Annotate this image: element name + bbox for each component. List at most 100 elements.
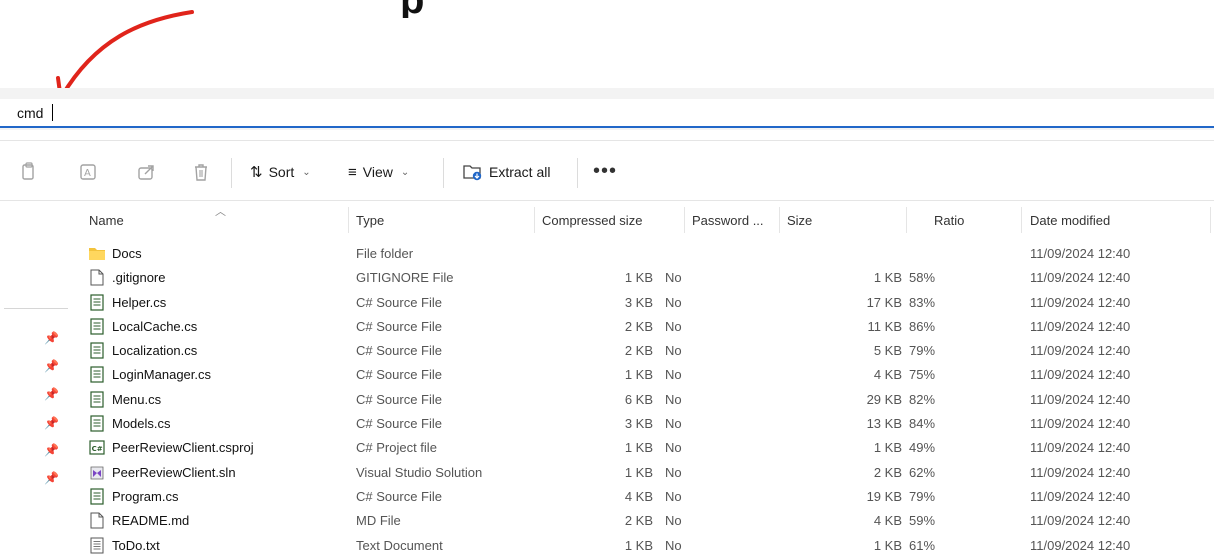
file-type: GITIGNORE File bbox=[356, 270, 454, 286]
file-type: C# Source File bbox=[356, 294, 442, 310]
sort-label: Sort bbox=[268, 164, 295, 180]
file-row[interactable]: Models.cs C# Source File 3 KB No 13 KB 8… bbox=[0, 412, 1214, 436]
file-compressed-size: 2 KB bbox=[624, 513, 653, 529]
column-separator[interactable] bbox=[534, 207, 535, 233]
file-type: File folder bbox=[356, 246, 414, 261]
blank-file-icon bbox=[90, 512, 104, 529]
file-ratio: 75% bbox=[909, 367, 936, 383]
file-row[interactable]: ToDo.txt Text Document 1 KB No 1 KB 61% … bbox=[0, 534, 1214, 558]
column-separator[interactable] bbox=[1021, 207, 1022, 233]
file-ratio: 79% bbox=[909, 343, 936, 359]
sort-button[interactable]: ⇅ Sort ⌄ bbox=[250, 156, 311, 188]
file-row[interactable]: Localization.cs C# Source File 2 KB No 5… bbox=[0, 339, 1214, 363]
column-separator[interactable] bbox=[906, 207, 907, 233]
column-header-ratio[interactable]: Ratio bbox=[934, 213, 964, 228]
file-date-modified: 11/09/2024 12:40 bbox=[1030, 513, 1131, 529]
file-compressed-size: 1 KB bbox=[624, 367, 653, 383]
extract-all-icon bbox=[463, 165, 482, 181]
share-icon[interactable] bbox=[137, 162, 157, 182]
file-name: Menu.cs bbox=[112, 391, 162, 407]
file-type: Visual Studio Solution bbox=[356, 464, 483, 480]
view-button[interactable]: ≡ View ⌄ bbox=[348, 156, 409, 188]
column-header-size[interactable]: Size bbox=[787, 213, 812, 228]
file-date-modified: 11/09/2024 12:40 bbox=[1030, 416, 1131, 432]
text-file-icon bbox=[90, 537, 104, 554]
file-ratio: 82% bbox=[909, 391, 936, 407]
view-list-icon: ≡ bbox=[348, 163, 357, 181]
chevron-down-icon: ⌄ bbox=[400, 166, 410, 178]
column-separator[interactable] bbox=[684, 207, 685, 233]
file-name: Program.cs bbox=[112, 488, 179, 504]
file-password: No bbox=[665, 464, 682, 480]
file-compressed-size: 2 KB bbox=[624, 318, 653, 334]
source-file-icon bbox=[90, 415, 104, 432]
file-row[interactable]: .gitignore GITIGNORE File 1 KB No 1 KB 5… bbox=[0, 266, 1214, 290]
file-row[interactable]: LoginManager.cs C# Source File 1 KB No 4… bbox=[0, 363, 1214, 387]
svg-text:C#: C# bbox=[92, 445, 103, 453]
file-date-modified: 11/09/2024 12:40 bbox=[1030, 270, 1131, 286]
file-row[interactable]: Helper.cs C# Source File 3 KB No 17 KB 8… bbox=[0, 291, 1214, 315]
file-type: C# Source File bbox=[356, 391, 442, 407]
command-bar: A ⇅ Sort ⌄ ≡ View ⌄ Extract all ••• bbox=[0, 150, 1214, 194]
blank-file-icon bbox=[90, 269, 104, 286]
view-label: View bbox=[362, 164, 393, 180]
file-list: Docs File folder 11/09/2024 12:40 .gitig… bbox=[0, 242, 1214, 558]
file-size: 29 KB bbox=[866, 391, 902, 407]
column-header-name[interactable]: Name bbox=[89, 213, 124, 228]
more-options-button[interactable]: ••• bbox=[593, 160, 617, 183]
file-date-modified: 11/09/2024 12:40 bbox=[1030, 246, 1131, 261]
column-separator[interactable] bbox=[348, 207, 349, 233]
file-compressed-size: 3 KB bbox=[624, 294, 653, 310]
column-separator[interactable] bbox=[779, 207, 780, 233]
file-type: C# Source File bbox=[356, 488, 442, 504]
file-type: C# Source File bbox=[356, 367, 442, 383]
file-row[interactable]: Docs File folder 11/09/2024 12:40 bbox=[0, 242, 1214, 266]
chevron-down-icon: ⌄ bbox=[302, 166, 311, 178]
file-ratio: 84% bbox=[909, 416, 936, 432]
column-header-password[interactable]: Password ... bbox=[692, 213, 764, 228]
address-bar-input[interactable] bbox=[0, 99, 1214, 128]
file-row[interactable]: Program.cs C# Source File 4 KB No 19 KB … bbox=[0, 485, 1214, 509]
source-file-icon bbox=[90, 366, 104, 384]
file-row[interactable]: LocalCache.cs C# Source File 2 KB No 11 … bbox=[0, 315, 1214, 339]
file-size: 13 KB bbox=[866, 416, 902, 432]
folder-icon bbox=[89, 248, 105, 260]
column-header-date-modified[interactable]: Date modified bbox=[1030, 213, 1110, 228]
extract-all-label: Extract all bbox=[489, 164, 551, 180]
file-row[interactable]: PeerReviewClient.sln Visual Studio Solut… bbox=[0, 461, 1214, 485]
file-type: C# Source File bbox=[356, 343, 442, 359]
column-separator[interactable] bbox=[1210, 207, 1211, 233]
delete-icon[interactable] bbox=[191, 162, 211, 182]
file-type: C# Source File bbox=[356, 416, 442, 432]
file-compressed-size: 1 KB bbox=[624, 440, 653, 456]
text-caret bbox=[52, 104, 53, 121]
sort-icon: ⇅ bbox=[250, 164, 263, 181]
file-password: No bbox=[665, 270, 682, 286]
column-header-compressed-size[interactable]: Compressed size bbox=[542, 213, 642, 228]
file-type: C# Source File bbox=[356, 318, 442, 334]
file-size: 1 KB bbox=[873, 537, 902, 553]
toolbar-separator bbox=[443, 158, 444, 188]
file-size: 1 KB bbox=[873, 270, 902, 286]
file-size: 1 KB bbox=[873, 440, 902, 456]
file-ratio: 58% bbox=[909, 270, 936, 286]
extract-all-button[interactable]: Extract all bbox=[463, 156, 550, 188]
file-row[interactable]: C# PeerReviewClient.csproj C# Project fi… bbox=[0, 436, 1214, 460]
source-file-icon bbox=[90, 391, 104, 408]
file-date-modified: 11/09/2024 12:40 bbox=[1030, 294, 1131, 310]
file-name: README.md bbox=[112, 513, 190, 529]
file-password: No bbox=[665, 513, 682, 529]
copy-icon[interactable] bbox=[19, 162, 39, 182]
file-password: No bbox=[665, 391, 682, 407]
rename-icon[interactable]: A bbox=[79, 162, 99, 182]
file-date-modified: 11/09/2024 12:40 bbox=[1030, 391, 1131, 407]
file-type: C# Project file bbox=[356, 440, 437, 456]
file-date-modified: 11/09/2024 12:40 bbox=[1030, 367, 1131, 383]
sort-ascending-icon: ︿ bbox=[215, 206, 226, 218]
column-header-type[interactable]: Type bbox=[356, 213, 384, 228]
file-row[interactable]: Menu.cs C# Source File 6 KB No 29 KB 82%… bbox=[0, 388, 1214, 412]
file-size: 17 KB bbox=[866, 294, 902, 310]
file-name: Models.cs bbox=[112, 416, 171, 432]
file-row[interactable]: README.md MD File 2 KB No 4 KB 59% 11/09… bbox=[0, 509, 1214, 533]
file-ratio: 79% bbox=[909, 488, 936, 504]
